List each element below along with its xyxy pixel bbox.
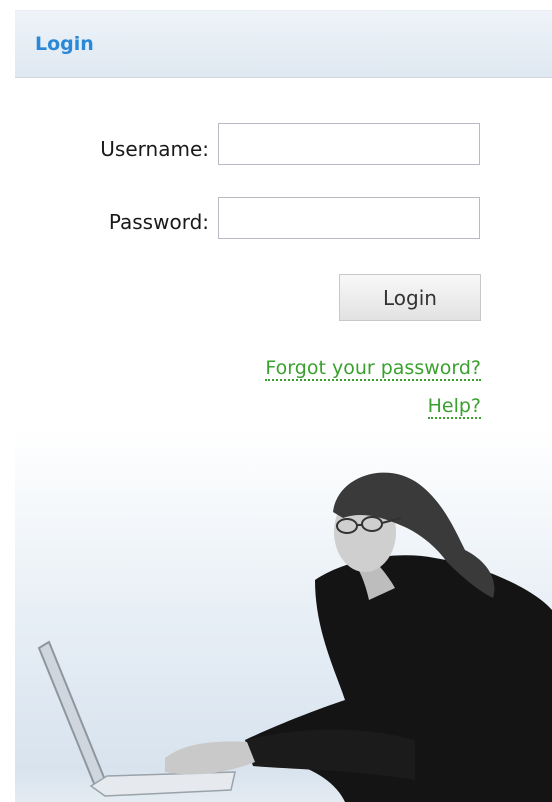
- hand-shape: [165, 741, 255, 775]
- help-link[interactable]: Help?: [427, 395, 481, 419]
- password-label: Password:: [108, 210, 209, 234]
- laptop-base: [89, 771, 236, 797]
- panel-title: Login: [35, 33, 94, 55]
- username-input[interactable]: [218, 123, 480, 165]
- woman-with-laptop-illustration: [37, 472, 552, 802]
- login-button[interactable]: Login: [339, 274, 481, 321]
- password-input[interactable]: [218, 197, 480, 239]
- laptop-screen: [37, 640, 107, 788]
- forgot-password-link[interactable]: Forgot your password?: [265, 357, 481, 381]
- login-panel: Login Username: Password: Login Forgot y…: [15, 10, 552, 802]
- panel-header: Login: [15, 10, 552, 78]
- username-label: Username:: [100, 137, 209, 161]
